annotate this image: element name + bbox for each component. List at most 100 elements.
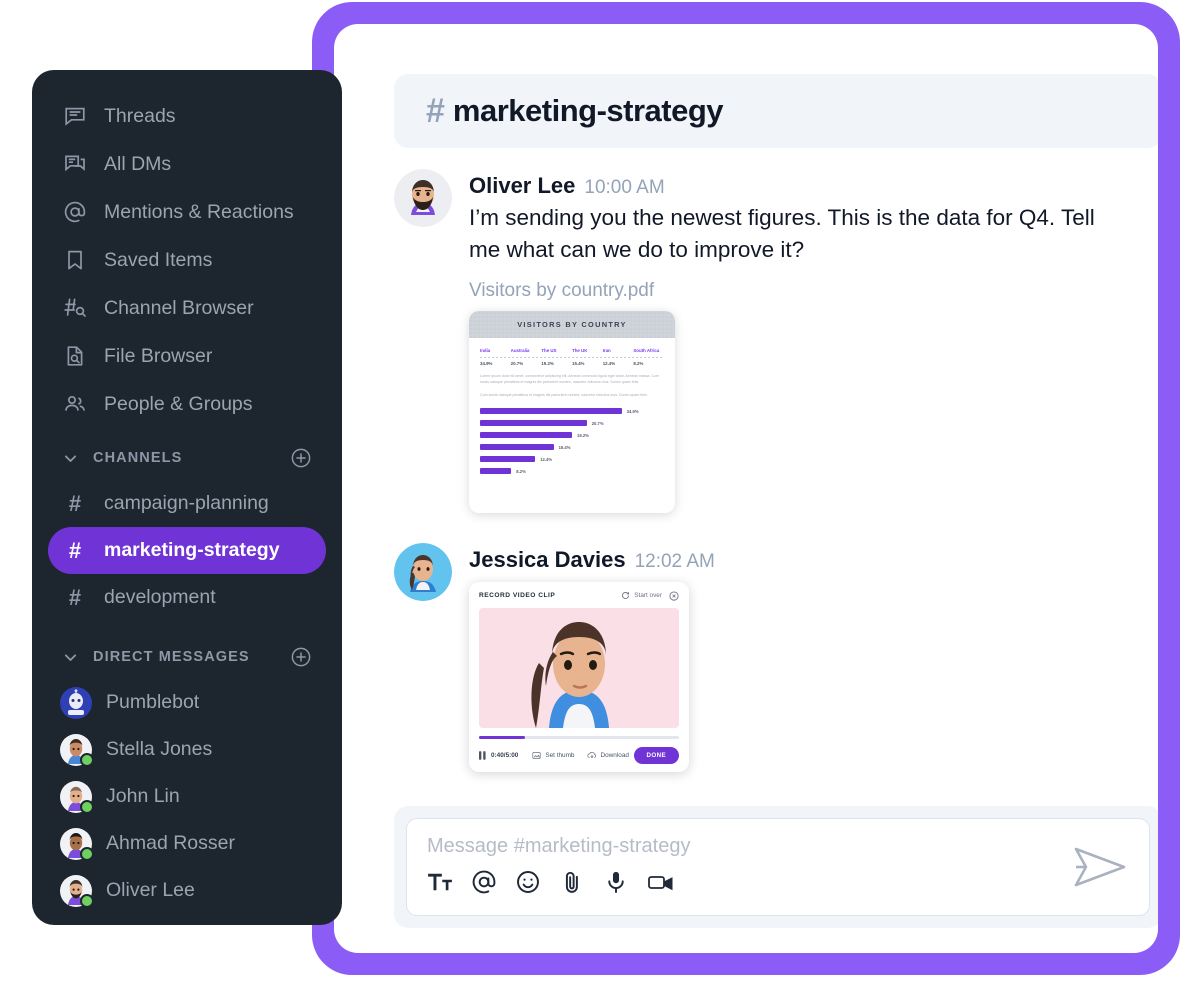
online-status-dot — [80, 846, 94, 861]
chevron-down-icon[interactable] — [62, 450, 79, 467]
refresh-icon[interactable] — [621, 591, 630, 600]
sidebar-item-threads[interactable]: Threads — [48, 92, 326, 140]
app-window-frame: # marketing-strategy Oliver Lee 10:00 AM… — [312, 2, 1180, 975]
sidebar-channel-development[interactable]: # development — [48, 574, 326, 621]
bar-row: 20.7% — [480, 419, 664, 428]
channel-label: marketing-strategy — [104, 539, 280, 561]
bar — [480, 420, 587, 427]
online-status-dot — [80, 752, 94, 767]
hash-icon: # — [68, 584, 82, 610]
pdf-attachment-preview[interactable]: VISITORS BY COUNTRY India Australia The … — [469, 310, 675, 513]
bar-row: 12.4% — [480, 455, 664, 464]
online-status-dot — [80, 799, 94, 814]
bar-chart: 34.9% 20.7% 19.2% 15.4% 12.4% 8.2% — [480, 407, 664, 476]
page-title: marketing-strategy — [452, 93, 724, 128]
chevron-down-icon[interactable] — [62, 649, 79, 666]
avatar — [60, 874, 94, 908]
dm-section-header[interactable]: DIRECT MESSAGES — [48, 635, 326, 679]
dm-label: John Lin — [106, 785, 180, 807]
sidebar-item-mentions[interactable]: Mentions & Reactions — [48, 188, 326, 236]
sidebar-item-file-browser[interactable]: File Browser — [48, 332, 326, 380]
hash-icon: # — [68, 537, 82, 563]
channel-browser-icon — [62, 296, 88, 320]
video-clip-card[interactable]: RECORD VIDEO CLIP Start over 0:40/5:00 S… — [469, 581, 689, 772]
done-button[interactable]: DONE — [633, 746, 679, 764]
message-list: Oliver Lee 10:00 AM I’m sending you the … — [394, 169, 1158, 782]
bar-row: 34.9% — [480, 407, 664, 416]
app-window: # marketing-strategy Oliver Lee 10:00 AM… — [334, 24, 1158, 953]
channels-section-header[interactable]: CHANNELS — [48, 436, 326, 480]
table-header-cell: The UK — [572, 347, 588, 353]
sidebar-item-channel-browser[interactable]: Channel Browser — [48, 284, 326, 332]
online-status-dot — [80, 893, 94, 908]
avatar — [60, 686, 92, 719]
channel-label: development — [104, 586, 216, 608]
hash-icon: # — [68, 490, 82, 516]
sidebar-dm-stella-jones[interactable]: Stella Jones — [48, 726, 326, 773]
table-cell: 15.4% — [572, 360, 585, 366]
text-format-icon[interactable] — [427, 871, 453, 893]
pdf-body: India Australia The US The UK Iran South… — [469, 338, 675, 485]
attachment-icon[interactable] — [559, 869, 585, 895]
sidebar-item-saved[interactable]: Saved Items — [48, 236, 326, 284]
dm-label: Stella Jones — [106, 738, 213, 760]
sidebar-item-people-groups[interactable]: People & Groups — [48, 380, 326, 428]
plus-circle-icon[interactable] — [290, 646, 312, 668]
bar-label: 20.7% — [591, 420, 604, 426]
send-button[interactable] — [1071, 843, 1131, 891]
dm-section-title: DIRECT MESSAGES — [93, 649, 250, 665]
avatar[interactable] — [394, 542, 452, 601]
threads-icon — [62, 104, 88, 128]
bar — [480, 408, 622, 415]
table-header-cell: Australia — [510, 347, 530, 353]
channel-header: # marketing-strategy — [394, 74, 1158, 148]
start-over-label[interactable]: Start over — [634, 592, 662, 599]
plus-circle-icon[interactable] — [290, 447, 312, 469]
file-browser-icon — [62, 344, 88, 368]
avatar — [60, 827, 94, 861]
sidebar-dm-john-lin[interactable]: John Lin — [48, 773, 326, 820]
bar-label: 12.4% — [540, 456, 553, 462]
sidebar-item-label: Mentions & Reactions — [104, 200, 294, 223]
sidebar-channel-marketing-strategy[interactable]: # marketing-strategy — [48, 527, 326, 574]
sidebar-dm-ahmad-rosser[interactable]: Ahmad Rosser — [48, 820, 326, 867]
bar — [480, 468, 512, 475]
table-header-cell: Iran — [602, 347, 611, 353]
message-timestamp: 12:02 AM — [634, 550, 715, 572]
close-circle-icon[interactable] — [669, 591, 679, 601]
pdf-paragraph: Lorem ipsum dolor sit amet, consectetur … — [480, 373, 659, 385]
sidebar-item-all-dms[interactable]: All DMs — [48, 140, 326, 188]
table-cell: 12.4% — [602, 360, 616, 366]
video-camera-icon[interactable] — [647, 870, 675, 894]
microphone-icon[interactable] — [603, 869, 629, 895]
set-thumb-button[interactable]: Set thumb — [532, 751, 575, 760]
channels-section-title: CHANNELS — [93, 450, 183, 466]
bar-label: 8.2% — [516, 468, 526, 474]
download-button[interactable]: Download — [586, 751, 629, 760]
message-composer[interactable]: Message #marketing-strategy — [406, 818, 1150, 916]
sidebar-item-label: Threads — [104, 104, 176, 127]
mentions-icon — [62, 200, 88, 224]
sidebar-dm-oliver-lee[interactable]: Oliver Lee — [48, 867, 326, 914]
mention-icon[interactable] — [471, 869, 497, 895]
hash-icon: # — [426, 92, 445, 130]
bar-label: 34.9% — [626, 408, 639, 414]
pause-icon[interactable] — [479, 751, 486, 760]
sidebar-dm-pumblebot[interactable]: Pumblebot — [48, 679, 326, 726]
bookmark-icon — [62, 248, 88, 272]
dm-label: Ahmad Rosser — [106, 832, 235, 854]
all-dms-icon — [62, 152, 88, 176]
avatar[interactable] — [394, 169, 452, 227]
sidebar-channel-campaign-planning[interactable]: # campaign-planning — [48, 480, 326, 527]
avatar — [60, 780, 94, 814]
table-cell: 34.9% — [480, 360, 493, 366]
composer-toolbar — [427, 869, 1129, 895]
message-input[interactable]: Message #marketing-strategy — [427, 835, 1129, 858]
table-header-cell: South Africa — [633, 347, 660, 353]
video-preview-stage[interactable] — [479, 607, 679, 728]
bar-label: 19.2% — [577, 432, 589, 438]
video-progress-bar[interactable] — [479, 735, 679, 739]
emoji-icon[interactable] — [515, 869, 541, 895]
message-timestamp: 10:00 AM — [584, 177, 665, 198]
sidebar-item-label: Saved Items — [104, 248, 213, 271]
